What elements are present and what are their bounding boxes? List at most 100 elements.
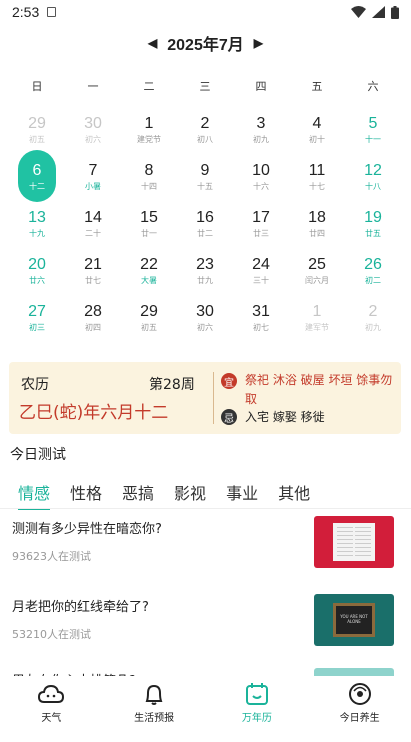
day-cell[interactable]: 1 建军节	[289, 294, 345, 341]
day-lunar: 初三	[29, 322, 45, 332]
article-count: 53210人在测试	[12, 628, 91, 641]
day-lunar: 初十	[309, 134, 325, 144]
calendar-grid: 29 初五 30 初六 1 建党节 2 初八 3 初九 4 初十 5 十一 6 十二 7 小暑 8…	[9, 106, 401, 341]
day-cell[interactable]: 24 三十	[233, 247, 289, 294]
article-thumbnail: YOU ARE NOT ALONE	[314, 594, 394, 646]
status-time: 2:53	[12, 4, 40, 20]
day-cell[interactable]: 25 闰六月	[289, 247, 345, 294]
nav-calendar[interactable]: 万年历	[206, 676, 309, 730]
almanac-card[interactable]: 农历 第28周 乙巳(蛇)年六月十二 宜 祭祀 沐浴 破屋 坏垣 馀事勿取 忌 …	[9, 362, 401, 434]
week-number: 第28周	[149, 377, 195, 393]
day-number: 23	[196, 255, 214, 273]
day-cell[interactable]: 1 建党节	[121, 106, 177, 153]
lunar-label: 农历	[21, 377, 49, 393]
day-number: 1	[312, 302, 322, 320]
weekday-label: 日	[31, 80, 43, 93]
month-title[interactable]: 2025年7月	[167, 31, 244, 55]
day-number: 31	[252, 302, 270, 320]
day-cell[interactable]: 23 廿九	[177, 247, 233, 294]
tab-career[interactable]: 事业	[226, 480, 258, 510]
day-cell[interactable]: 21 廿七	[65, 247, 121, 294]
day-cell[interactable]: 16 廿二	[177, 200, 233, 247]
day-number: 16	[196, 208, 214, 226]
list-item[interactable]: 测测有多少异性在暗恋你? 93623人在测试	[0, 512, 411, 590]
day-cell[interactable]: 27 初三	[9, 294, 65, 341]
day-lunar: 大暑	[141, 275, 157, 285]
open-book-image	[333, 523, 375, 561]
day-cell[interactable]: 30 初六	[65, 106, 121, 153]
day-cell[interactable]: 10 十六	[233, 153, 289, 200]
bottom-nav: 天气 生活预报 万年历 今日养生	[0, 676, 411, 730]
day-cell[interactable]: 8 十四	[121, 153, 177, 200]
tab-emotion[interactable]: 情感	[18, 480, 51, 510]
sim-card-icon	[47, 7, 57, 17]
day-number: 28	[84, 302, 102, 320]
day-lunar: 廿二	[197, 228, 213, 238]
day-number: 3	[256, 114, 266, 132]
day-cell[interactable]: 28 初四	[65, 294, 121, 341]
day-cell[interactable]: 2 初九	[345, 294, 401, 341]
tab-personality[interactable]: 性格	[70, 480, 102, 510]
day-cell[interactable]: 5 十一	[345, 106, 401, 153]
day-number: 10	[252, 161, 270, 179]
day-cell[interactable]: 29 初五	[9, 106, 65, 153]
yi-badge: 宜	[221, 373, 237, 389]
nav-label: 万年历	[241, 713, 272, 724]
day-cell[interactable]: 20 廿六	[9, 247, 65, 294]
tab-funny[interactable]: 恶搞	[122, 480, 154, 510]
day-cell-today[interactable]: 6 十二	[9, 150, 65, 202]
day-cell[interactable]: 18 廿四	[289, 200, 345, 247]
status-bar: 2:53	[0, 0, 411, 24]
nav-health[interactable]: 今日养生	[308, 676, 411, 730]
tab-other[interactable]: 其他	[278, 480, 310, 510]
bell-icon	[145, 684, 163, 705]
day-cell[interactable]: 13 十九	[9, 200, 65, 247]
weekday-label: 四	[255, 80, 267, 93]
day-number: 29	[28, 114, 46, 132]
day-lunar: 二十	[85, 228, 101, 238]
day-number: 7	[88, 161, 98, 179]
day-lunar: 十一	[365, 134, 381, 144]
section-title: 今日测试	[10, 447, 66, 463]
day-lunar: 十二	[29, 181, 45, 191]
day-number: 2	[368, 302, 378, 320]
article-count: 93623人在测试	[12, 550, 91, 563]
day-cell[interactable]: 12 十八	[345, 153, 401, 200]
day-cell[interactable]: 29 初五	[121, 294, 177, 341]
day-cell[interactable]: 15 廿一	[121, 200, 177, 247]
yi-text: 祭祀 沐浴 破屋 坏垣 馀事勿取	[245, 373, 393, 406]
nav-life-forecast[interactable]: 生活预报	[103, 676, 206, 730]
weekday-label: 三	[199, 80, 211, 93]
day-cell[interactable]: 30 初六	[177, 294, 233, 341]
day-number: 1	[144, 114, 154, 132]
day-cell[interactable]: 2 初八	[177, 106, 233, 153]
day-cell[interactable]: 26 初二	[345, 247, 401, 294]
day-lunar: 小暑	[85, 181, 101, 191]
day-cell[interactable]: 22 大暑	[121, 247, 177, 294]
tab-film[interactable]: 影视	[174, 480, 206, 510]
day-cell[interactable]: 14 二十	[65, 200, 121, 247]
day-cell[interactable]: 19 廿五	[345, 200, 401, 247]
health-icon	[348, 683, 371, 705]
battery-icon	[391, 5, 399, 19]
weekday-header: 日 一 二 三 四 五 六	[9, 78, 401, 94]
day-cell[interactable]: 11 十七	[289, 153, 345, 200]
day-lunar: 初五	[29, 134, 45, 144]
list-item[interactable]: 月老把你的红线牵给了? 53210人在测试 YOU ARE NOT ALONE	[0, 590, 411, 668]
next-month-button[interactable]: ▶	[254, 36, 263, 50]
day-cell[interactable]: 4 初十	[289, 106, 345, 153]
day-cell[interactable]: 31 初七	[233, 294, 289, 341]
prev-month-button[interactable]: ◀	[148, 36, 157, 50]
article-thumbnail	[314, 516, 394, 568]
day-cell[interactable]: 3 初九	[233, 106, 289, 153]
article-title: 测测有多少异性在暗恋你?	[12, 522, 162, 537]
day-cell[interactable]: 9 十五	[177, 153, 233, 200]
day-lunar: 廿五	[365, 228, 381, 238]
day-number: 6	[32, 161, 42, 179]
day-lunar: 初六	[85, 134, 101, 144]
day-number: 11	[308, 161, 326, 179]
nav-weather[interactable]: 天气	[0, 676, 103, 730]
day-cell[interactable]: 7 小暑	[65, 153, 121, 200]
day-cell[interactable]: 17 廿三	[233, 200, 289, 247]
ji-badge: 忌	[221, 409, 237, 425]
